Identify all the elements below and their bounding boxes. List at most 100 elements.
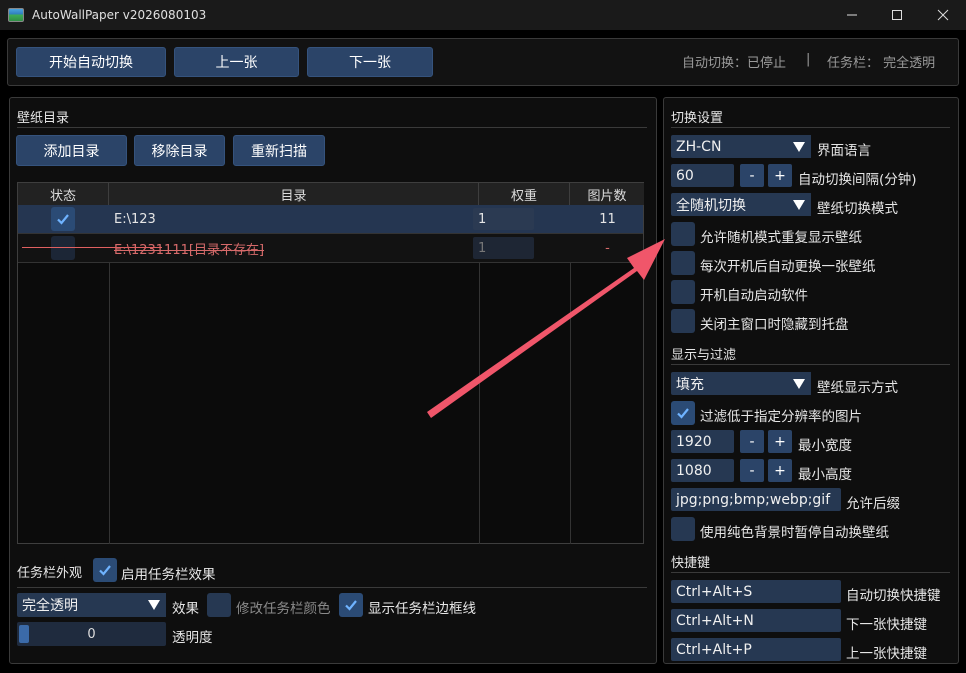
close-icon [937, 9, 949, 21]
app-icon [8, 8, 24, 22]
fit-mode-dropdown[interactable]: 填充 [671, 372, 811, 395]
opacity-value: 0 [87, 626, 96, 642]
row-weight-input[interactable]: 1 [473, 208, 534, 230]
table-row[interactable]: E:\1231111[目录不存在] 1 - [18, 234, 643, 262]
allow-repeat-label: 允许随机模式重复显示壁纸 [700, 230, 862, 246]
enable-taskbar-label: 启用任务栏效果 [121, 567, 216, 583]
hotkey-prev-input[interactable]: Ctrl+Alt+P [671, 638, 841, 661]
section-divider [17, 127, 647, 128]
row-weight-input[interactable]: 1 [473, 237, 534, 259]
checkmark-icon [345, 600, 357, 611]
extensions-label: 允许后缀 [846, 496, 900, 512]
section-divider [671, 364, 950, 365]
maximize-icon [892, 10, 902, 20]
hide-to-tray-checkbox[interactable] [671, 309, 695, 333]
hotkey-prev-label: 上一张快捷键 [846, 646, 927, 662]
col-header-dir[interactable]: 目录 [109, 183, 479, 205]
section-divider [17, 587, 647, 588]
hotkey-next-input[interactable]: Ctrl+Alt+N [671, 609, 841, 632]
autostart-label: 开机自动启动软件 [700, 288, 808, 304]
section-divider [671, 572, 950, 573]
checkmark-icon [57, 214, 69, 225]
taskbar-effect-dropdown[interactable]: 完全透明 [17, 593, 166, 617]
dropdown-arrow[interactable] [787, 372, 811, 395]
dropdown-arrow[interactable] [787, 135, 811, 158]
chevron-down-icon [793, 199, 805, 210]
min-width-input[interactable]: 1920 [671, 430, 734, 453]
interval-plus-button[interactable]: + [768, 164, 792, 187]
start-auto-switch-button[interactable]: 开始自动切换 [16, 47, 166, 77]
column-divider [109, 262, 110, 544]
taskbar-effect-value: 完全透明 [22, 598, 78, 614]
prev-wallpaper-button[interactable]: 上一张 [174, 47, 299, 77]
maximize-button[interactable] [874, 0, 920, 30]
language-value: ZH-CN [676, 138, 722, 155]
remove-dir-button[interactable]: 移除目录 [134, 135, 225, 166]
enable-taskbar-checkbox[interactable] [93, 558, 117, 582]
minimize-button[interactable] [829, 0, 875, 30]
rescan-button[interactable]: 重新扫描 [233, 135, 325, 166]
switch-mode-label: 壁纸切换模式 [817, 201, 898, 217]
extensions-input[interactable]: jpg;png;bmp;webp;gif [671, 488, 841, 511]
row-dir-path: E:\123 [114, 211, 156, 227]
col-header-count[interactable]: 图片数 [570, 183, 644, 205]
switch-mode-dropdown[interactable]: 全随机切换 [671, 193, 811, 216]
taskbar-effect-label: 效果 [172, 601, 199, 617]
row-divider [18, 233, 643, 234]
show-border-label: 显示任务栏边框线 [368, 601, 476, 617]
hotkey-auto-switch-input[interactable]: Ctrl+Alt+S [671, 580, 841, 603]
opacity-slider[interactable]: 0 [17, 622, 166, 646]
window-title: AutoWallPaper v2026080103 [32, 8, 207, 22]
chevron-down-icon [793, 141, 805, 152]
title-bar: AutoWallPaper v2026080103 [0, 0, 966, 30]
hotkey-auto-switch-label: 自动切换快捷键 [846, 588, 941, 604]
dropdown-arrow[interactable] [787, 193, 811, 216]
add-dir-button[interactable]: 添加目录 [16, 135, 127, 166]
taskbar-section-title: 任务栏外观 [17, 566, 83, 581]
interval-label: 自动切换间隔(分钟) [798, 172, 917, 188]
change-on-boot-checkbox[interactable] [671, 251, 695, 275]
display-filter-title: 显示与过滤 [671, 348, 737, 363]
invalid-strike-line [22, 247, 162, 248]
pause-solid-color-label: 使用纯色背景时暂停自动换壁纸 [700, 525, 889, 541]
checkmark-icon [99, 565, 111, 576]
show-border-checkbox[interactable] [339, 593, 363, 617]
dropdown-arrow[interactable] [142, 593, 166, 617]
row-enabled-checkbox[interactable] [51, 207, 75, 231]
filter-resolution-label: 过滤低于指定分辨率的图片 [700, 409, 862, 425]
pause-solid-color-checkbox[interactable] [671, 517, 695, 541]
hotkeys-title: 快捷键 [671, 556, 711, 571]
column-divider [570, 262, 571, 544]
dirs-table: 状态 目录 权重 图片数 E:\123 1 11 E:\1231111[目录不存… [17, 182, 644, 544]
next-wallpaper-button[interactable]: 下一张 [307, 47, 433, 77]
col-header-status[interactable]: 状态 [18, 183, 109, 205]
interval-input[interactable]: 60 [671, 164, 734, 187]
min-width-plus-button[interactable]: + [768, 430, 792, 453]
main-window: AutoWallPaper v2026080103 开始自动切换 上一张 下一张… [0, 0, 966, 673]
modify-color-checkbox[interactable] [207, 593, 231, 617]
status-separator: | [806, 52, 811, 67]
table-row[interactable]: E:\123 1 11 [18, 205, 643, 233]
row-enabled-checkbox[interactable] [51, 236, 75, 260]
minimize-icon [847, 14, 857, 16]
change-on-boot-label: 每次开机后自动更换一张壁纸 [700, 259, 876, 275]
col-header-weight[interactable]: 权重 [479, 183, 570, 205]
fit-mode-label: 壁纸显示方式 [817, 380, 898, 396]
wallpaper-dirs-title: 壁纸目录 [17, 111, 70, 126]
section-divider [671, 127, 950, 128]
min-width-minus-button[interactable]: - [740, 430, 764, 453]
interval-minus-button[interactable]: - [740, 164, 764, 187]
allow-repeat-checkbox[interactable] [671, 222, 695, 246]
filter-resolution-checkbox[interactable] [671, 401, 695, 425]
row-image-count: - [605, 240, 610, 256]
close-button[interactable] [920, 0, 966, 30]
chevron-down-icon [793, 378, 805, 389]
language-dropdown[interactable]: ZH-CN [671, 135, 811, 158]
taskbar-status: 任务栏： 完全透明 [827, 56, 936, 71]
min-height-plus-button[interactable]: + [768, 459, 792, 482]
autostart-checkbox[interactable] [671, 280, 695, 304]
min-height-input[interactable]: 1080 [671, 459, 734, 482]
min-height-minus-button[interactable]: - [740, 459, 764, 482]
min-height-label: 最小高度 [798, 467, 852, 483]
row-image-count: 11 [599, 211, 616, 227]
